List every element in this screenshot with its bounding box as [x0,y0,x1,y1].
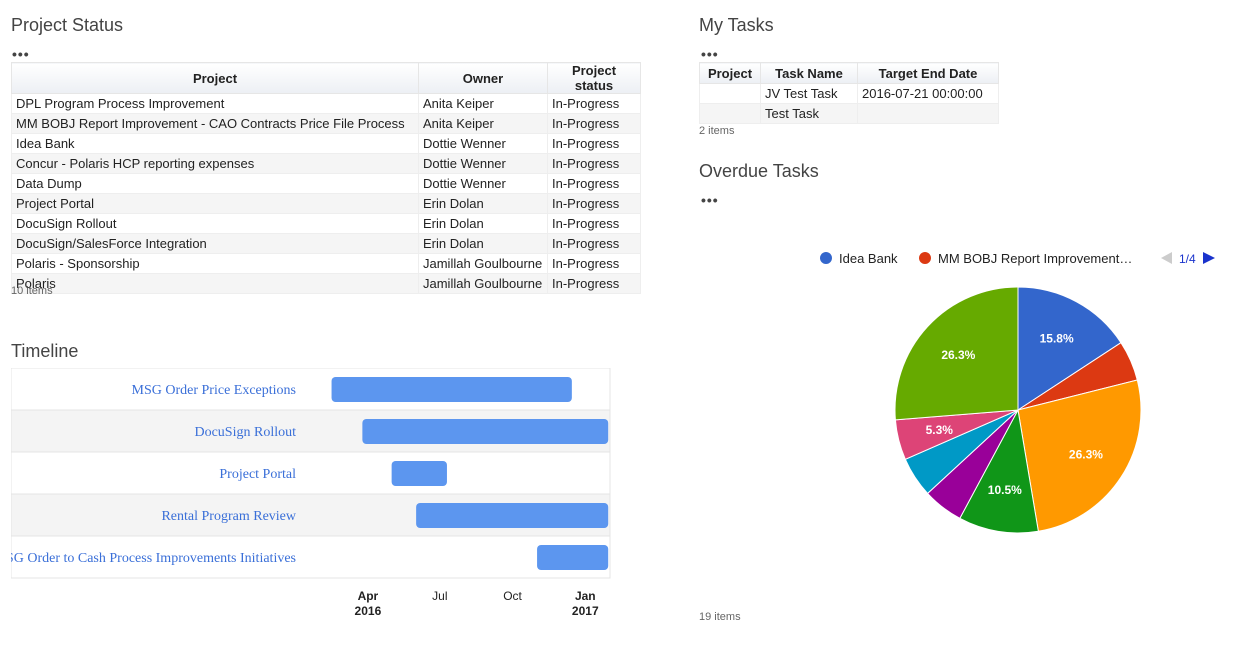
table-cell: In-Progress [547,253,641,274]
column-header-project[interactable]: Project [11,62,419,94]
column-header-target-end-date[interactable]: Target End Date [857,62,999,84]
table-cell: In-Progress [547,193,641,214]
table-row[interactable]: JV Test Task 2016-07-21 00:00:00 [699,83,999,104]
table-cell: In-Progress [547,213,641,234]
table-cell: Concur - Polaris HCP reporting expenses [11,153,419,174]
table-cell: In-Progress [547,93,641,114]
table-cell: Test Task [760,103,858,124]
my-tasks-title: My Tasks [699,15,774,35]
my-tasks-table: Project Task Name Target End Date JV Tes… [699,62,999,124]
project-status-table: Project Owner Project status DPL Program… [11,62,641,294]
legend-swatch [919,252,931,264]
timeline-row-label[interactable]: MSG Order to Cash Process Improvements I… [11,551,296,566]
timeline-bar[interactable] [537,545,609,570]
table-cell: Dottie Wenner [418,173,548,194]
legend-label: Idea Bank [839,251,898,266]
legend-item[interactable]: Idea Bank [820,251,898,266]
table-cell: In-Progress [547,273,641,294]
timeline-title: Timeline [11,341,79,361]
table-cell: Erin Dolan [418,233,548,254]
table-cell: Polaris [11,273,419,294]
table-cell: Idea Bank [11,133,419,154]
project-status-item-count: 10 items [11,285,53,297]
pie-slice-label: 26.3% [1069,447,1103,461]
timeline-axis-tick: Jul [432,589,447,603]
legend-swatch [820,252,832,264]
timeline-axis-tick: Jan [575,589,596,603]
timeline-bar[interactable] [362,419,609,444]
table-row[interactable]: Polaris - Sponsorship Jamillah Goulbourne… [11,253,641,274]
table-row[interactable]: Polaris Jamillah Goulbourne In-Progress [11,273,641,294]
table-cell: Jamillah Goulbourne [418,253,548,274]
table-row[interactable]: Project Portal Erin Dolan In-Progress [11,193,641,214]
table-cell: In-Progress [547,173,641,194]
table-row[interactable]: Data Dump Dottie Wenner In-Progress [11,173,641,194]
timeline-axis-year: 2017 [572,604,599,618]
table-row[interactable]: DPL Program Process Improvement Anita Kei… [11,93,641,114]
table-cell [857,103,999,124]
table-row[interactable]: DocuSign/SalesForce Integration Erin Dola… [11,233,641,254]
table-row[interactable]: MM BOBJ Report Improvement - CAO Contrac… [11,113,641,134]
timeline-axis-tick: Oct [503,589,522,603]
table-row[interactable]: Concur - Polaris HCP reporting expenses D… [11,153,641,174]
legend-label: MM BOBJ Report Improvement… [938,251,1132,266]
pie-slice-label: 10.5% [988,483,1022,497]
timeline-bar[interactable] [331,377,572,402]
column-header-project-status[interactable]: Project status [547,62,641,94]
table-cell: Erin Dolan [418,193,548,214]
table-cell: Data Dump [11,173,419,194]
table-row[interactable]: Test Task [699,103,999,124]
table-cell: 2016-07-21 00:00:00 [857,83,999,104]
table-cell: MM BOBJ Report Improvement - CAO Contrac… [11,113,419,134]
table-cell [699,83,761,104]
table-cell: In-Progress [547,233,641,254]
overdue-tasks-item-count: 19 items [699,611,741,623]
timeline-bar[interactable] [416,503,609,528]
pie-slice-label: 15.8% [1040,332,1074,346]
project-status-title: Project Status [11,15,124,35]
legend-next-arrow-icon[interactable] [1203,252,1215,264]
column-header-owner[interactable]: Owner [418,62,548,94]
table-cell: DocuSign/SalesForce Integration [11,233,419,254]
table-cell: Anita Keiper [418,113,548,134]
pie-slice-label: 26.3% [941,348,975,362]
table-cell: Erin Dolan [418,213,548,234]
legend-page-indicator: 1/4 [1179,252,1196,266]
timeline-row-label[interactable]: DocuSign Rollout [194,425,296,440]
table-row[interactable]: Idea Bank Dottie Wenner In-Progress [11,133,641,154]
legend-prev-arrow-icon[interactable] [1161,252,1172,264]
my-tasks-menu-button[interactable]: ••• [701,47,719,61]
overdue-tasks-title: Overdue Tasks [699,161,819,181]
timeline-row [11,451,611,495]
timeline-bar[interactable] [391,461,447,486]
table-row[interactable]: DocuSign Rollout Erin Dolan In-Progress [11,213,641,234]
table-cell: Polaris - Sponsorship [11,253,419,274]
table-cell: JV Test Task [760,83,858,104]
table-cell: Dottie Wenner [418,133,548,154]
legend-item[interactable]: MM BOBJ Report Improvement… [919,251,1132,266]
pie-slice-label: 5.3% [926,423,954,437]
table-cell: Jamillah Goulbourne [418,273,548,294]
timeline-row-label[interactable]: Rental Program Review [161,509,296,524]
table-cell [699,103,761,124]
overdue-tasks-menu-button[interactable]: ••• [701,193,719,207]
timeline-row-label[interactable]: MSG Order Price Exceptions [132,383,296,398]
table-cell: DPL Program Process Improvement [11,93,419,114]
column-header-project[interactable]: Project [699,62,761,84]
table-cell: Dottie Wenner [418,153,548,174]
table-cell: In-Progress [547,153,641,174]
timeline-axis-year: 2016 [355,604,382,618]
project-status-menu-button[interactable]: ••• [12,47,30,61]
table-cell: Project Portal [11,193,419,214]
table-cell: In-Progress [547,133,641,154]
overdue-tasks-pie-chart: Idea Bank MM BOBJ Report Improvement… 1/4 1… [820,251,1215,534]
table-cell: In-Progress [547,113,641,134]
table-cell: DocuSign Rollout [11,213,419,234]
my-tasks-item-count: 2 items [699,125,735,137]
table-cell: Anita Keiper [418,93,548,114]
timeline-row-label[interactable]: Project Portal [219,467,296,482]
timeline-axis-tick: Apr [358,589,379,603]
column-header-task-name[interactable]: Task Name [760,62,858,84]
timeline-chart: MSG Order Price Exceptions DocuSign Rollo… [11,368,611,618]
